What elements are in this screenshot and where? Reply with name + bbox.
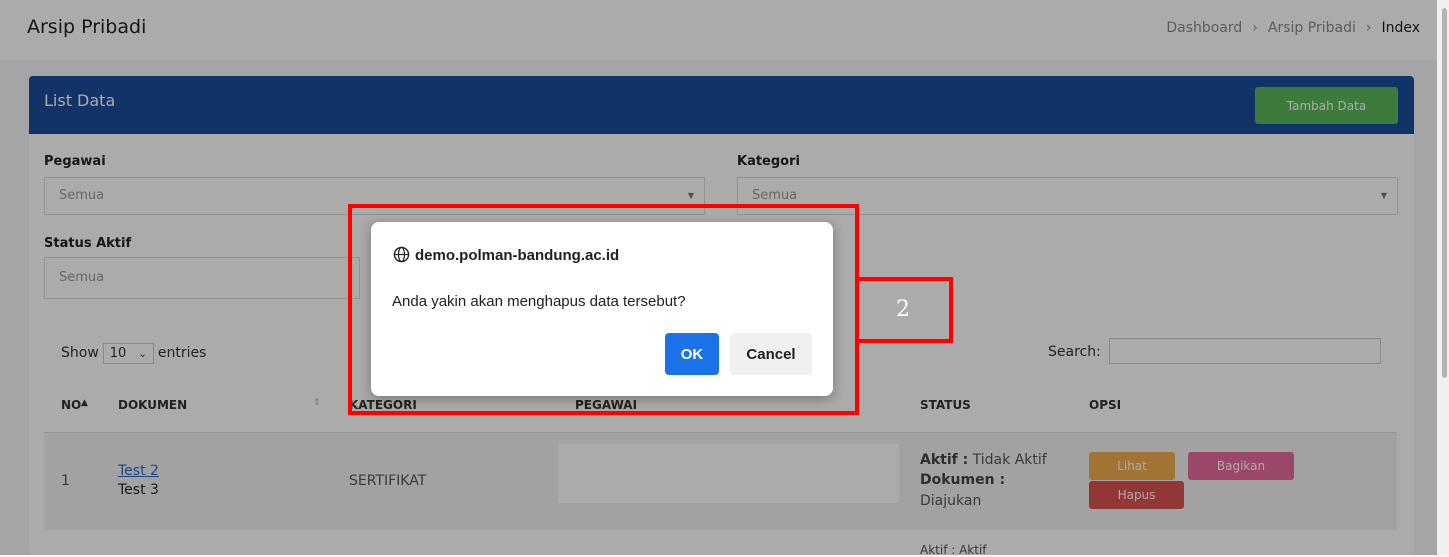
annotation-highlight-box [348, 204, 859, 415]
scrollbar-thumb[interactable] [1442, 8, 1447, 378]
annotation-number: 2 [896, 297, 910, 322]
